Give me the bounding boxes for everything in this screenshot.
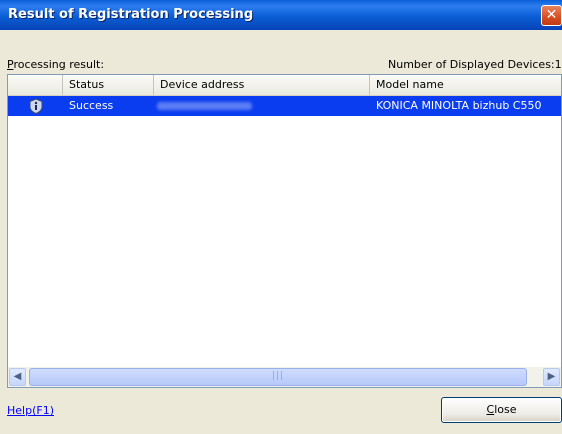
column-header-device-address[interactable]: Device address xyxy=(154,75,370,95)
column-header-status[interactable]: Status xyxy=(63,75,154,95)
close-text: lose xyxy=(494,403,517,416)
info-icon xyxy=(29,98,43,114)
horizontal-scrollbar[interactable]: ◀ ||| ▶ xyxy=(8,367,561,387)
help-link[interactable]: Help(F1) xyxy=(7,404,54,417)
row-status: Success xyxy=(69,99,114,112)
row-model-name: KONICA MINOLTA bizhub C550 xyxy=(376,99,542,112)
table-row[interactable]: Success KONICA MINOLTA bizhub C550 xyxy=(8,96,561,116)
processing-result-text: rocessing result: xyxy=(13,58,105,71)
processing-result-label: Processing result: xyxy=(7,58,104,71)
column-header-model-name[interactable]: Model name xyxy=(370,75,561,95)
window-close-icon[interactable]: ✕ xyxy=(541,5,562,26)
window-title: Result of Registration Processing xyxy=(8,7,254,22)
close-button[interactable]: Close xyxy=(441,397,562,423)
result-list[interactable]: Status Device address Model name Success… xyxy=(7,74,562,388)
scroll-thumb[interactable]: ||| xyxy=(29,368,527,386)
scroll-right-icon[interactable]: ▶ xyxy=(543,368,560,386)
blurred-address xyxy=(157,102,252,110)
list-header: Status Device address Model name xyxy=(8,75,561,96)
title-bar: Result of Registration Processing ✕ xyxy=(0,0,562,30)
column-header-icon[interactable] xyxy=(8,75,63,95)
displayed-devices-count: Number of Displayed Devices:1 xyxy=(388,58,562,71)
scroll-left-icon[interactable]: ◀ xyxy=(9,368,26,386)
